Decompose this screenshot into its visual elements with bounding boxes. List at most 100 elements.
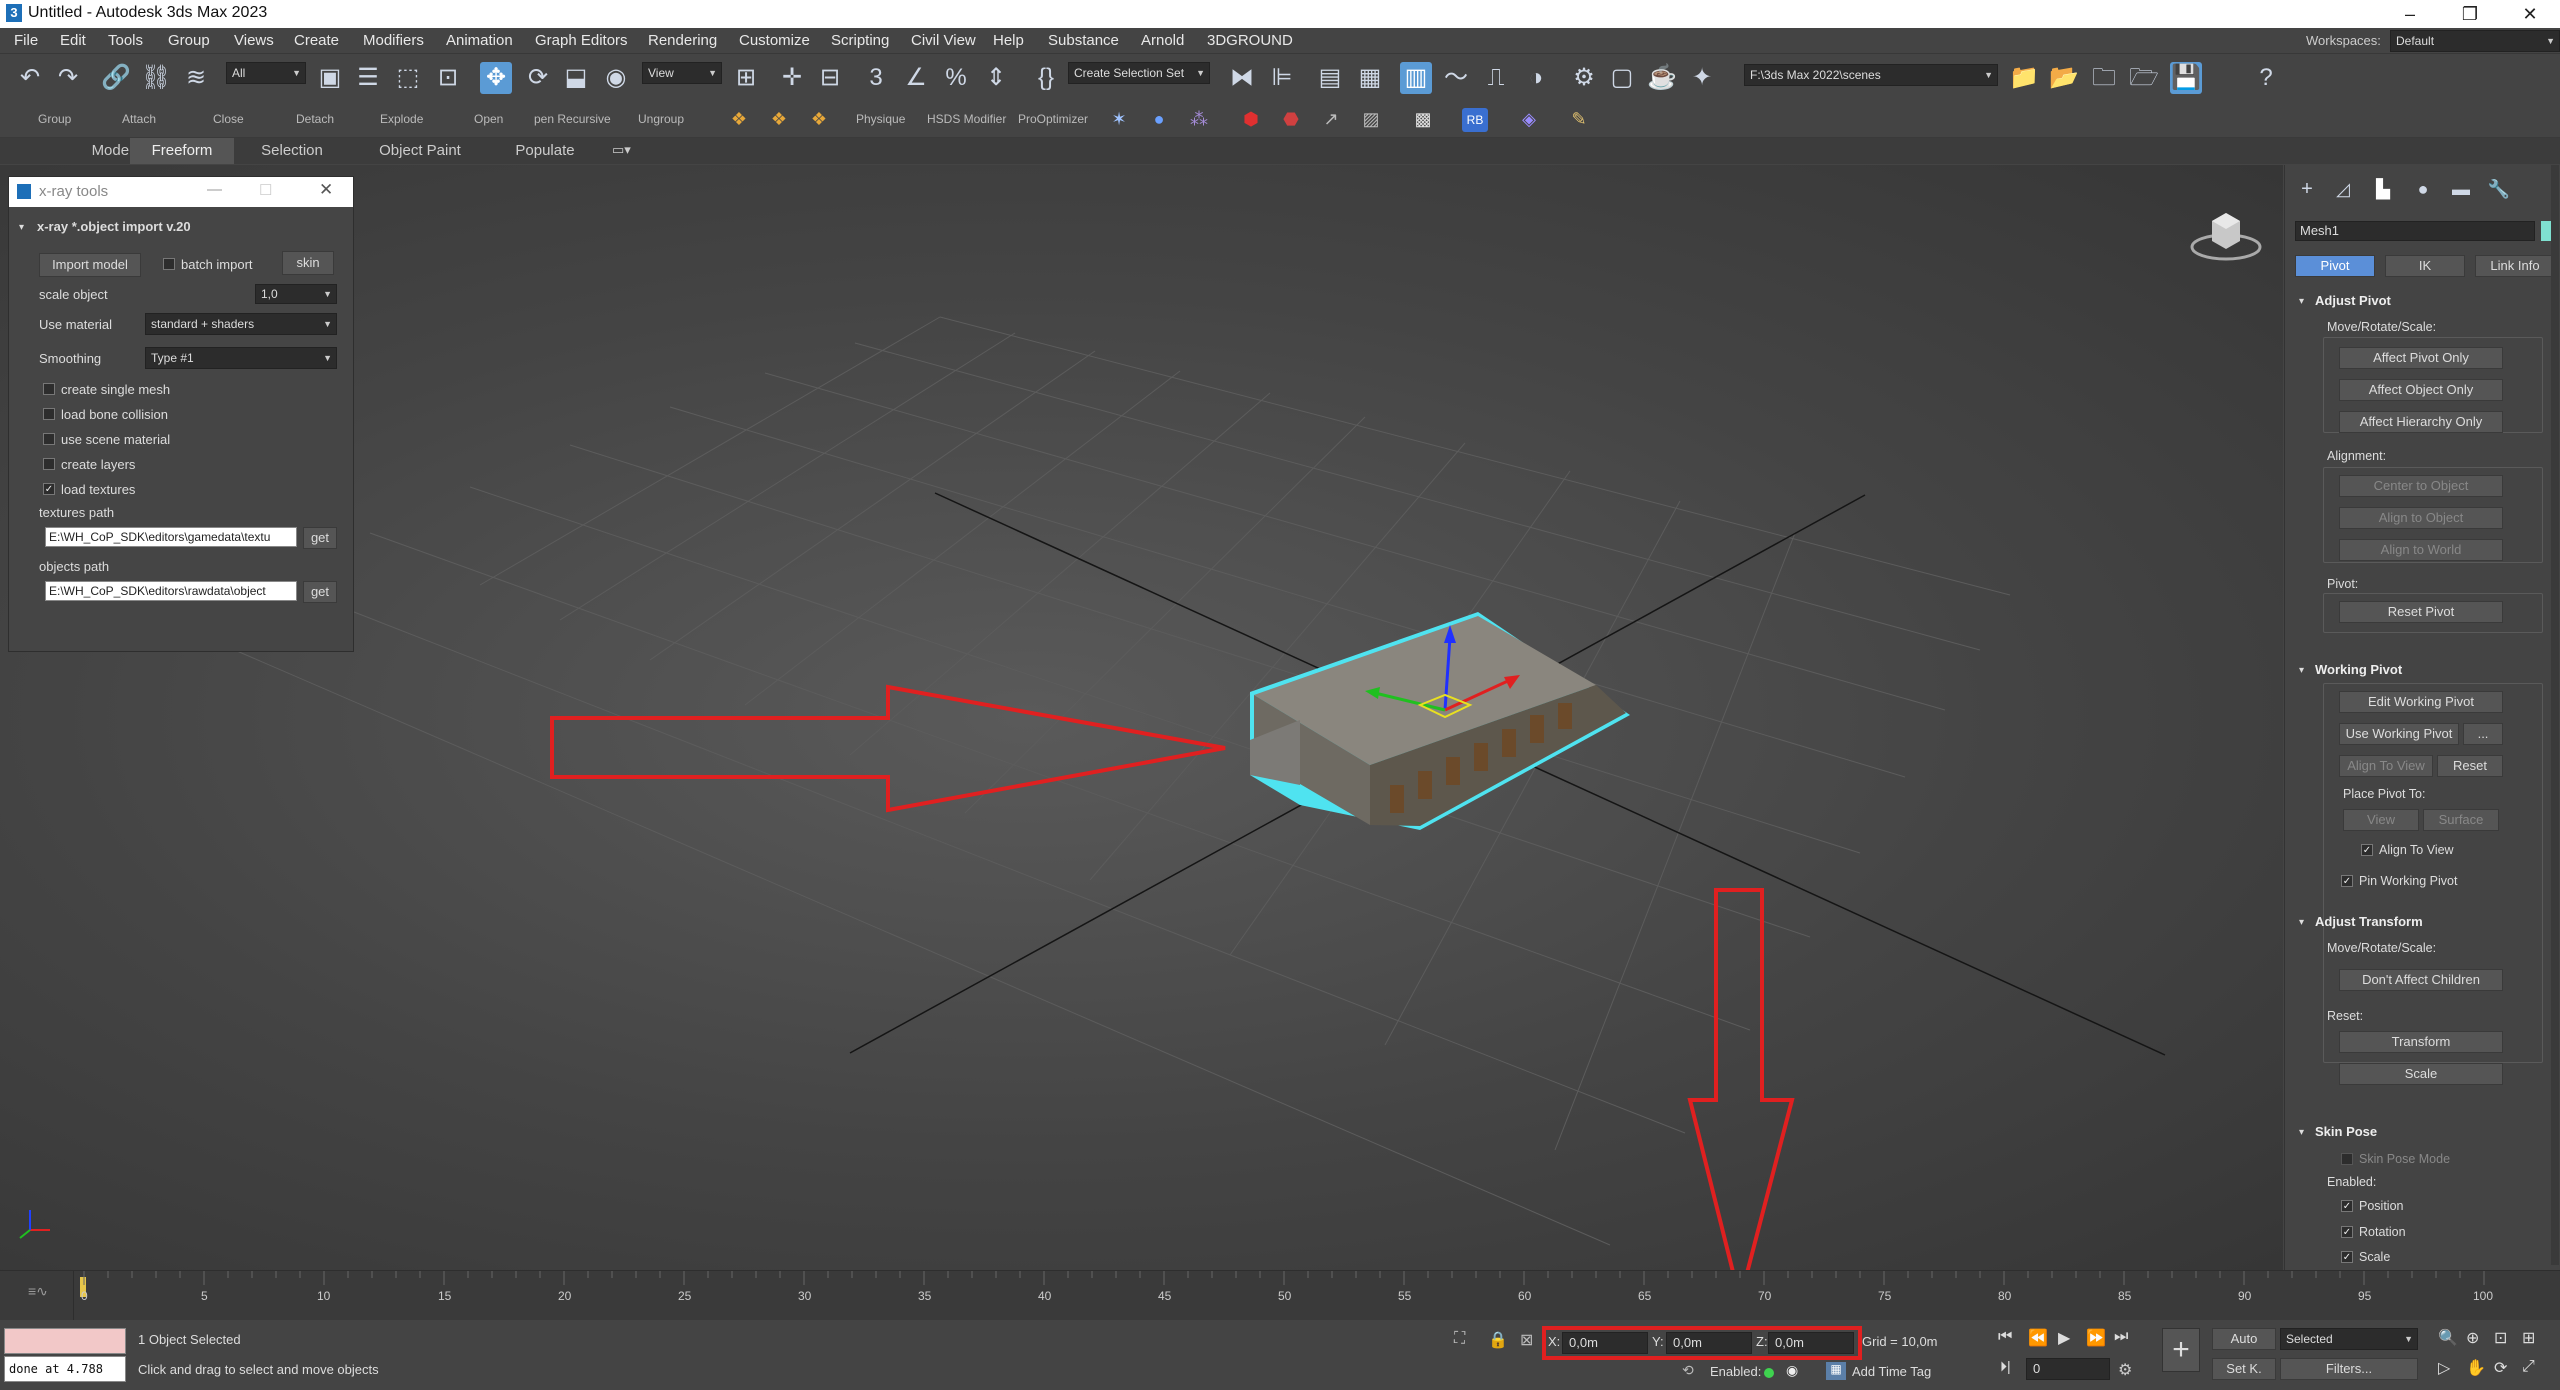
menu-tools[interactable]: Tools	[108, 32, 143, 49]
create-single-mesh-checkbox[interactable]	[43, 383, 55, 395]
menu-create[interactable]: Create	[294, 32, 339, 49]
window-crossing-icon[interactable]: ⊡	[432, 62, 464, 94]
material-editor-icon[interactable]: ◑	[1520, 62, 1552, 94]
layer-explorer-icon[interactable]: ▤	[1314, 62, 1346, 94]
tab-selection[interactable]: Selection	[240, 138, 344, 164]
edit-named-selection-icon[interactable]: {}	[1030, 62, 1062, 94]
modify-panel-icon[interactable]: ◿	[2331, 177, 2355, 201]
xray-minimize-icon[interactable]: —	[207, 181, 222, 198]
render-iterative-icon[interactable]: ✦	[1686, 62, 1718, 94]
bone-tool-icon[interactable]: ✶	[1106, 106, 1132, 132]
plugin-cube2-icon[interactable]: ❖	[766, 106, 792, 132]
objects-get-button[interactable]: get	[303, 581, 337, 603]
bind-spacewarp-icon[interactable]: ≋	[180, 62, 212, 94]
undo-icon[interactable]: ↶	[14, 62, 46, 94]
reset-pivot-button[interactable]: Reset Pivot	[2339, 601, 2503, 623]
pin-working-pivot-checkbox[interactable]: ✓	[2341, 875, 2353, 887]
mirror-icon[interactable]: ⧓	[1226, 62, 1258, 94]
rendered-frame-icon[interactable]: ▢	[1606, 62, 1638, 94]
key-filters-button[interactable]: Filters...	[2280, 1358, 2418, 1380]
menu-help[interactable]: Help	[993, 32, 1024, 49]
working-pivot-reset-button[interactable]: Reset	[2437, 755, 2503, 777]
pivot-tab[interactable]: Pivot	[2295, 255, 2375, 277]
xray-close-icon[interactable]: ✕	[319, 180, 333, 200]
use-working-pivot-button[interactable]: Use Working Pivot	[2339, 723, 2459, 745]
adjust-pivot-title[interactable]: Adjust Pivot	[2315, 293, 2391, 308]
toggle-ribbon-icon[interactable]: ▦	[1354, 62, 1386, 94]
tool-frame-icon[interactable]: ▨	[1358, 106, 1384, 132]
batch-import-checkbox[interactable]	[163, 258, 175, 270]
use-material-dropdown[interactable]: standard + shaders	[145, 313, 337, 335]
ungroup-button[interactable]: Ungroup	[638, 112, 684, 126]
tab-freeform[interactable]: Freeform	[130, 138, 234, 164]
load-bone-collision-checkbox[interactable]	[43, 408, 55, 420]
maxscript-listener-field[interactable]	[4, 1328, 126, 1354]
align-to-view-button[interactable]: Align To View	[2339, 755, 2433, 777]
orbit-icon[interactable]: ⟳	[2494, 1358, 2507, 1378]
place-view-button[interactable]: View	[2343, 809, 2419, 831]
rb-button[interactable]: RB	[1462, 108, 1488, 132]
use-scene-material-checkbox[interactable]	[43, 433, 55, 445]
selection-filter-dropdown[interactable]: All	[226, 62, 306, 84]
adjust-transform-collapse-icon[interactable]: ▾	[2299, 917, 2304, 928]
working-pivot-collapse-icon[interactable]: ▾	[2299, 665, 2304, 676]
redo-icon[interactable]: ↷	[52, 62, 84, 94]
menu-group[interactable]: Group	[168, 32, 210, 49]
tool-image-icon[interactable]: ▩	[1410, 106, 1436, 132]
close-button[interactable]: Close	[213, 112, 244, 126]
motion-panel-icon[interactable]: ●	[2411, 177, 2435, 201]
menu-civil-view[interactable]: Civil View	[911, 32, 976, 49]
scale-icon[interactable]: ⬓	[560, 62, 592, 94]
reset-scale-button[interactable]: Scale	[2339, 1063, 2503, 1085]
reference-coord-dropdown[interactable]: View	[642, 62, 722, 84]
skin-pose-title[interactable]: Skin Pose	[2315, 1124, 2377, 1139]
working-pivot-title[interactable]: Working Pivot	[2315, 662, 2402, 677]
prev-frame-icon[interactable]: ⏪	[2028, 1328, 2048, 1348]
menu-animation[interactable]: Animation	[446, 32, 513, 49]
sphere-tool-icon[interactable]: ●	[1146, 106, 1172, 132]
attach-button[interactable]: Attach	[122, 112, 156, 126]
render-production-icon[interactable]: ☕	[1646, 62, 1678, 94]
menu-scripting[interactable]: Scripting	[831, 32, 889, 49]
skin-pose-collapse-icon[interactable]: ▾	[2299, 1127, 2304, 1138]
zoom-all-icon[interactable]: ⊕	[2466, 1328, 2479, 1348]
menu-customize[interactable]: Customize	[739, 32, 810, 49]
menu-file[interactable]: File	[14, 32, 38, 49]
adaptive-degradation-icon[interactable]: ⟲	[1682, 1362, 1694, 1379]
isolate-selection-icon[interactable]: ⛶	[1454, 1330, 1465, 1348]
hsds-modifier-button[interactable]: HSDS Modifier	[927, 112, 1006, 126]
current-frame-field[interactable]: 0	[2026, 1358, 2110, 1380]
plugin-cube-icon[interactable]: ❖	[726, 106, 752, 132]
pivot-center-icon[interactable]: ⊞	[730, 62, 762, 94]
menu-substance[interactable]: Substance	[1048, 32, 1119, 49]
time-configuration-icon[interactable]: ⚙	[2118, 1360, 2132, 1380]
adjust-transform-title[interactable]: Adjust Transform	[2315, 914, 2423, 929]
skin-pose-mode-checkbox[interactable]	[2341, 1153, 2353, 1165]
textures-get-button[interactable]: get	[303, 527, 337, 549]
menu-arnold[interactable]: Arnold	[1141, 32, 1184, 49]
timeline-track[interactable]: ≡∿ 0 5 10 15 20 25 30 35 40 45 50 55 60 …	[0, 1270, 2560, 1321]
menu-modifiers[interactable]: Modifiers	[363, 32, 424, 49]
goto-end-icon[interactable]: ⏭	[2114, 1328, 2128, 1346]
working-pivot-options-button[interactable]: ...	[2463, 723, 2503, 745]
keyboard-shortcut-icon[interactable]: ⊟	[814, 62, 846, 94]
select-by-name-icon[interactable]: ☰	[352, 62, 384, 94]
align-to-world-button[interactable]: Align to World	[2339, 539, 2503, 561]
align-to-object-button[interactable]: Align to Object	[2339, 507, 2503, 529]
set-key-button[interactable]: Set K.	[2212, 1358, 2276, 1380]
paint-tool-icon[interactable]: ✎	[1566, 106, 1592, 132]
viewcube-icon[interactable]	[2190, 203, 2262, 261]
goto-start-icon[interactable]: ⏮	[1998, 1328, 2012, 1346]
edit-working-pivot-button[interactable]: Edit Working Pivot	[2339, 691, 2503, 713]
ribbon-options-icon[interactable]: ▭▾	[612, 142, 631, 158]
position-checkbox[interactable]: ✓	[2341, 1200, 2353, 1212]
xray-rollout-title[interactable]: x-ray *.object import v.20	[37, 219, 191, 234]
open-recursive-button[interactable]: pen Recursive	[534, 112, 611, 126]
explode-button[interactable]: Explode	[380, 112, 423, 126]
menu-graph-editors[interactable]: Graph Editors	[535, 32, 628, 49]
mini-curve-toggle[interactable]: ≡∿	[0, 1271, 74, 1321]
detach-button[interactable]: Detach	[296, 112, 334, 126]
percent-snap-icon[interactable]: %	[940, 62, 972, 94]
spinner-snap-icon[interactable]: ⇕	[980, 62, 1012, 94]
menu-edit[interactable]: Edit	[60, 32, 86, 49]
